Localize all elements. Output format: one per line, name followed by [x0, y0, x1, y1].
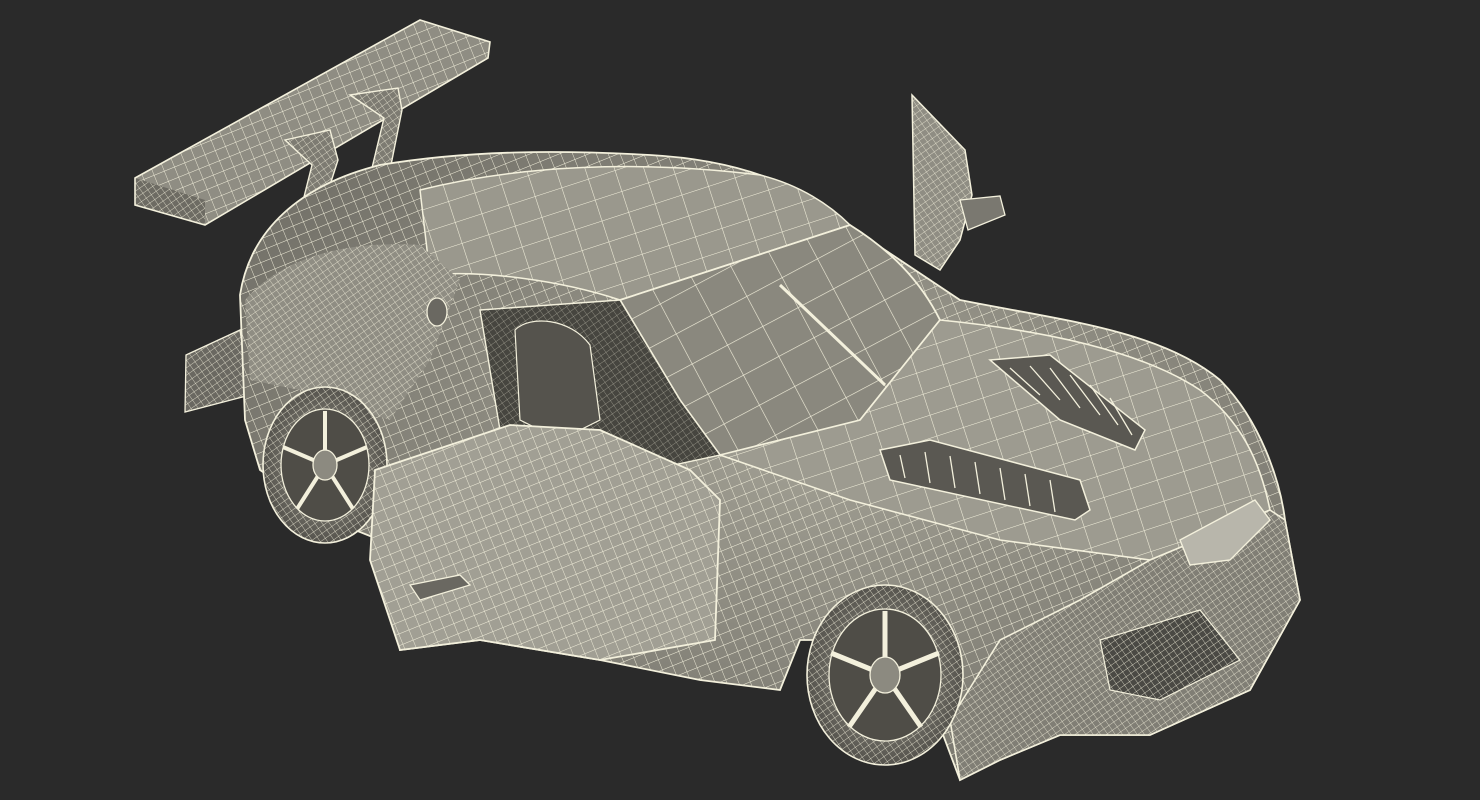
passenger-door-open	[911, 93, 1006, 272]
driver-door-open	[369, 424, 721, 661]
render-viewport	[0, 0, 1480, 800]
rear-wheel	[262, 386, 388, 544]
front-wheel	[806, 584, 964, 766]
car-render	[134, 19, 1301, 782]
